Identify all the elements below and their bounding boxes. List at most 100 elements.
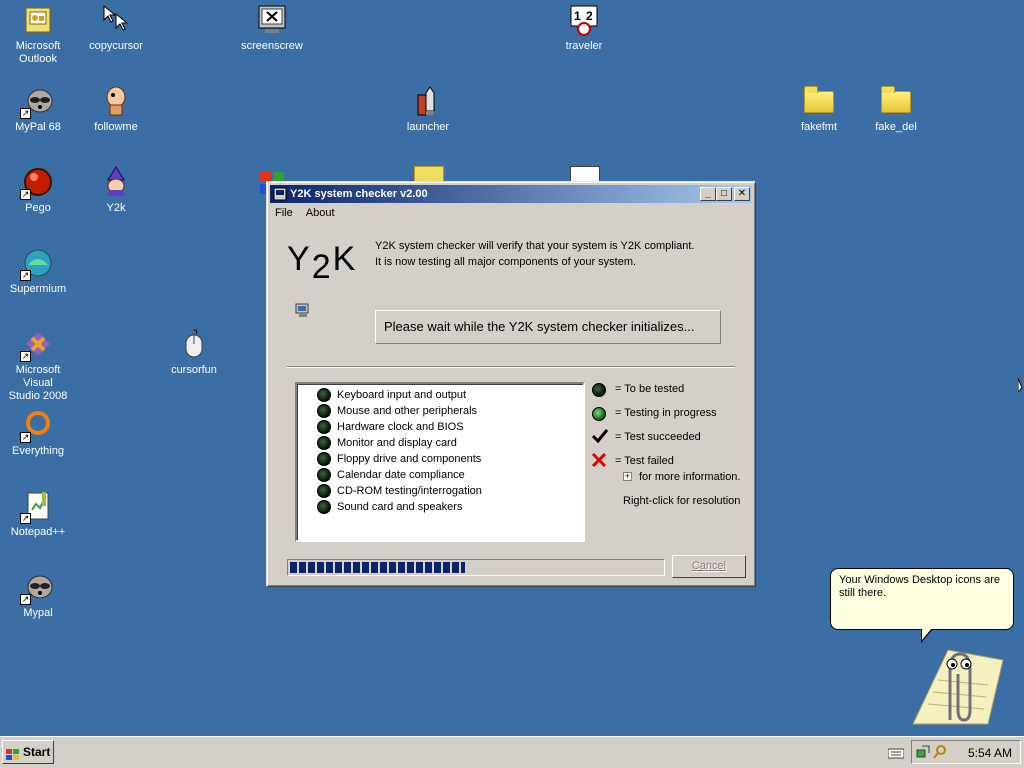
start-label: Start xyxy=(23,745,51,759)
folder-icon xyxy=(803,85,835,117)
followme-icon xyxy=(100,85,132,117)
desktop-icon-supermium[interactable]: ↗ Supermium xyxy=(0,247,76,296)
visual-studio-icon: ↗ xyxy=(20,328,54,362)
svg-text:1: 1 xyxy=(574,9,581,23)
supermium-icon: ↗ xyxy=(20,247,54,281)
desktop-icon-label: Supermium xyxy=(9,283,67,295)
calendar-icon: 12 xyxy=(568,4,600,36)
progress-fill xyxy=(290,562,465,573)
balloon-text: Your Windows Desktop icons are still the… xyxy=(839,574,1001,599)
raccoon-icon: ↗ xyxy=(20,571,54,605)
close-button[interactable]: ✕ xyxy=(734,187,750,201)
keyboard-icon[interactable] xyxy=(887,747,905,762)
logo-k: K xyxy=(332,240,358,278)
legend-to-be-tested: = To be tested xyxy=(615,383,685,395)
desktop-icon-visual-studio[interactable]: ↗ Microsoft Visual Studio 2008 xyxy=(0,328,76,403)
desktop-icon-y2k[interactable]: Y2k xyxy=(78,166,154,215)
to-be-tested-icon xyxy=(592,383,606,397)
wizard-icon xyxy=(100,166,132,198)
to-be-tested-icon xyxy=(317,452,331,466)
desktop-icon-fakefmt[interactable]: fakefmt xyxy=(781,85,857,134)
legend-failed: = Test failed xyxy=(615,455,674,467)
clippy-assistant[interactable] xyxy=(908,640,1008,728)
maximize-button[interactable]: □ xyxy=(716,187,732,201)
network-icon[interactable] xyxy=(916,745,930,762)
outlook-icon xyxy=(22,4,54,36)
menu-about[interactable]: About xyxy=(301,205,340,221)
intro-line-1: Y2K system checker will verify that your… xyxy=(375,240,695,252)
notepad-icon: ↗ xyxy=(20,490,54,524)
rocket-icon xyxy=(412,85,444,117)
start-button[interactable]: Start xyxy=(2,740,54,764)
title-bar[interactable]: Y2K system checker v2.00 _ □ ✕ xyxy=(270,185,752,203)
menu-bar: File About xyxy=(270,205,340,223)
desktop-icon-screenscrew[interactable]: screenscrew xyxy=(234,4,310,53)
desktop-icon-outlook[interactable]: Microsoft Outlook xyxy=(0,4,76,66)
testing-in-progress-icon xyxy=(592,407,606,421)
test-item[interactable]: Calendar date compliance xyxy=(337,467,465,483)
checkmark-icon xyxy=(591,428,609,447)
test-item[interactable]: Sound card and speakers xyxy=(337,499,462,515)
intro-line-2: It is now testing all major components o… xyxy=(375,256,637,268)
desktop-icon-fake-del[interactable]: fake_del xyxy=(858,85,934,134)
document-icon[interactable] xyxy=(570,166,600,182)
logo-two: 2 xyxy=(311,248,333,286)
search-icon[interactable] xyxy=(933,745,947,762)
desktop-icon-pego[interactable]: ↗ Pego xyxy=(0,166,76,215)
red-ball-icon: ↗ xyxy=(20,166,54,200)
test-list[interactable]: Keyboard input and output Mouse and othe… xyxy=(295,382,585,542)
window-title: Y2K system checker v2.00 xyxy=(290,188,428,200)
expand-icon: + xyxy=(623,471,632,481)
y2k-checker-window: Y2K system checker v2.00 _ □ ✕ File Abou… xyxy=(266,181,756,587)
desktop-icon-label: Pego xyxy=(25,202,51,214)
desktop-icon-label: launcher xyxy=(406,121,450,133)
desktop-icon-label: Microsoft Outlook xyxy=(15,40,61,65)
app-icon xyxy=(273,187,287,201)
legend-testing: = Testing in progress xyxy=(615,407,717,419)
test-item[interactable]: Hardware clock and BIOS xyxy=(337,419,464,435)
everything-icon: ↗ xyxy=(20,409,54,443)
computer-icon xyxy=(295,302,311,321)
minimize-button[interactable]: _ xyxy=(700,187,716,201)
desktop-icon-label: Microsoft Visual Studio 2008 xyxy=(8,364,68,402)
cancel-label: Cancel xyxy=(691,560,727,572)
test-item[interactable]: Keyboard input and output xyxy=(337,387,466,403)
divider xyxy=(287,366,735,368)
desktop-icon-label: Mypal xyxy=(23,607,53,619)
test-item[interactable]: Floppy drive and components xyxy=(337,451,481,467)
desktop-icon-followme[interactable]: followme xyxy=(78,85,154,134)
desktop-icon-copycursor[interactable]: copycursor xyxy=(78,4,154,53)
system-tray: 5:54 AM xyxy=(911,740,1021,764)
test-item[interactable]: CD-ROM testing/interrogation xyxy=(337,483,482,499)
raccoon-icon: ↗ xyxy=(20,85,54,119)
clock[interactable]: 5:54 AM xyxy=(968,746,1012,760)
desktop-icon-mypal68[interactable]: ↗ MyPal 68 xyxy=(0,85,76,134)
desktop-icon-traveler[interactable]: 12 traveler xyxy=(546,4,622,53)
to-be-tested-icon xyxy=(317,500,331,514)
desktop-icon-label: Y2k xyxy=(106,202,126,214)
red-x-icon xyxy=(591,452,607,471)
test-item[interactable]: Monitor and display card xyxy=(337,435,457,451)
desktop-icon-cursorfun[interactable]: cursorfun xyxy=(156,328,232,377)
svg-text:2: 2 xyxy=(586,9,593,23)
cursor-icon xyxy=(100,4,132,36)
desktop-icon-everything[interactable]: ↗ Everything xyxy=(0,409,76,458)
screen-icon xyxy=(256,4,288,36)
folder-icon xyxy=(880,85,912,117)
test-item[interactable]: Mouse and other peripherals xyxy=(337,403,477,419)
progress-bar xyxy=(287,559,665,576)
desktop-icon-mypal[interactable]: ↗ Mypal xyxy=(0,571,76,620)
desktop-icon-notepadpp[interactable]: ↗ Notepad++ xyxy=(0,490,76,539)
taskbar: Start 5:54 AM xyxy=(0,736,1024,768)
status-text: Please wait while the Y2K system checker… xyxy=(384,319,695,334)
desktop-icon-label: Notepad++ xyxy=(10,526,66,538)
mouse-icon xyxy=(178,328,210,360)
cancel-button[interactable]: Cancel xyxy=(672,555,746,578)
windows-logo-icon xyxy=(6,746,20,760)
menu-file[interactable]: File xyxy=(270,205,298,221)
folder-icon[interactable] xyxy=(414,166,444,182)
desktop-icon-label: screenscrew xyxy=(241,40,303,52)
logo-y: Y xyxy=(287,240,312,278)
desktop-icon-launcher[interactable]: launcher xyxy=(390,85,466,134)
mouse-pointer-icon xyxy=(1017,377,1024,399)
